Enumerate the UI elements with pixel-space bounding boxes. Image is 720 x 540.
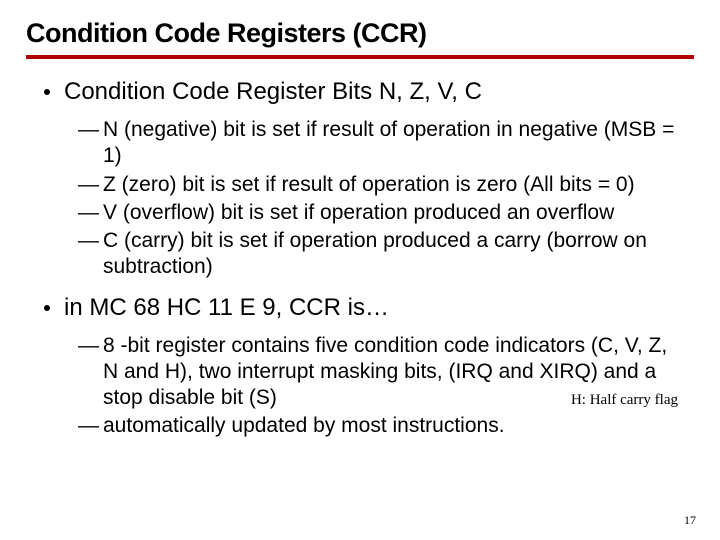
note-overlay: H: Half carry flag [563, 390, 686, 411]
dash-marker: — [78, 200, 99, 226]
sub-text: C (carry) bit is set if operation produc… [103, 228, 684, 281]
sub-text: automatically updated by most instructio… [103, 413, 505, 439]
sub-item: — Z (zero) bit is set if result of opera… [78, 172, 684, 198]
bullet-item: in MC 68 HC 11 E 9, CCR is… [44, 293, 694, 323]
sub-text: Z (zero) bit is set if result of operati… [103, 172, 635, 198]
bullet-text: Condition Code Register Bits N, Z, V, C [64, 77, 482, 107]
bullet-item: Condition Code Register Bits N, Z, V, C [44, 77, 694, 107]
dash-marker: — [78, 172, 99, 198]
dash-marker: — [78, 333, 99, 359]
page-number: 17 [684, 513, 696, 528]
dash-marker: — [78, 117, 99, 143]
dash-marker: — [78, 228, 99, 254]
bullet-text: in MC 68 HC 11 E 9, CCR is… [64, 293, 389, 323]
sub-text: N (negative) bit is set if result of ope… [103, 117, 684, 170]
dash-marker: — [78, 413, 99, 439]
bullet-marker [44, 89, 50, 95]
sub-item: — automatically updated by most instruct… [78, 413, 684, 439]
sub-text: V (overflow) bit is set if operation pro… [103, 200, 614, 226]
sub-list: — N (negative) bit is set if result of o… [78, 117, 684, 281]
sub-item: — V (overflow) bit is set if operation p… [78, 200, 684, 226]
sub-list: — 8 -bit register contains five conditio… [78, 333, 684, 440]
slide-title: Condition Code Registers (CCR) [26, 18, 694, 59]
bullet-marker [44, 305, 50, 311]
sub-item: — N (negative) bit is set if result of o… [78, 117, 684, 170]
sub-item: — C (carry) bit is set if operation prod… [78, 228, 684, 281]
